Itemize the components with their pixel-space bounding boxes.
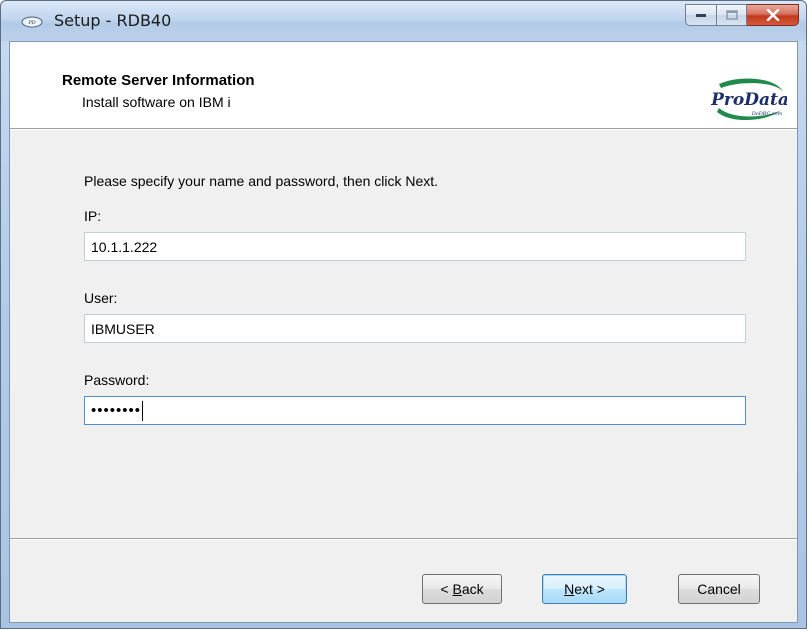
back-button[interactable]: < Back	[422, 574, 502, 604]
text-caret	[142, 400, 144, 421]
footer-separator	[10, 538, 797, 540]
instruction-text: Please specify your name and password, t…	[84, 173, 439, 189]
back-button-rest: ack	[461, 581, 484, 597]
close-button[interactable]	[747, 4, 799, 26]
prodata-app-icon: PD	[21, 16, 43, 28]
cancel-button[interactable]: Cancel	[678, 574, 760, 604]
password-label: Password:	[84, 372, 150, 388]
password-input[interactable]: ••••••••	[84, 396, 746, 425]
user-label: User:	[84, 290, 118, 306]
caption-buttons	[685, 4, 799, 30]
user-input[interactable]: IBMUSER	[84, 314, 746, 343]
next-button[interactable]: Next >	[542, 574, 627, 604]
setup-window: PD Setup - RDB40 Remote Server Informati…	[0, 0, 807, 629]
minimize-icon	[696, 14, 706, 17]
ip-input-value: 10.1.1.222	[91, 238, 158, 255]
page-title: Remote Server Information	[62, 72, 255, 89]
minimize-button[interactable]	[685, 4, 717, 26]
ip-label: IP:	[84, 208, 102, 224]
back-button-prefix: <	[440, 581, 453, 597]
prodata-logo: ProData DoDBC.com	[711, 78, 787, 121]
svg-text:PD: PD	[27, 20, 35, 26]
ip-input[interactable]: 10.1.1.222	[84, 232, 746, 261]
svg-text:ProData: ProData	[711, 90, 787, 110]
wizard-header: Remote Server Information Install softwa…	[10, 42, 797, 129]
svg-text:DoDBC.com: DoDBC.com	[751, 111, 783, 117]
back-button-accel: B	[452, 581, 462, 597]
maximize-icon	[725, 10, 738, 20]
close-icon	[766, 9, 779, 21]
next-button-accel: N	[564, 581, 575, 597]
next-button-rest: ext >	[574, 581, 605, 597]
window-title: Setup - RDB40	[54, 11, 172, 30]
password-input-value: ••••••••	[91, 402, 142, 419]
title-bar[interactable]: PD Setup - RDB40	[1, 1, 806, 41]
wizard-client-area: Remote Server Information Install softwa…	[9, 41, 798, 623]
user-input-value: IBMUSER	[91, 320, 155, 337]
page-subtitle: Install software on IBM i	[82, 94, 231, 110]
maximize-button[interactable]	[717, 4, 747, 26]
